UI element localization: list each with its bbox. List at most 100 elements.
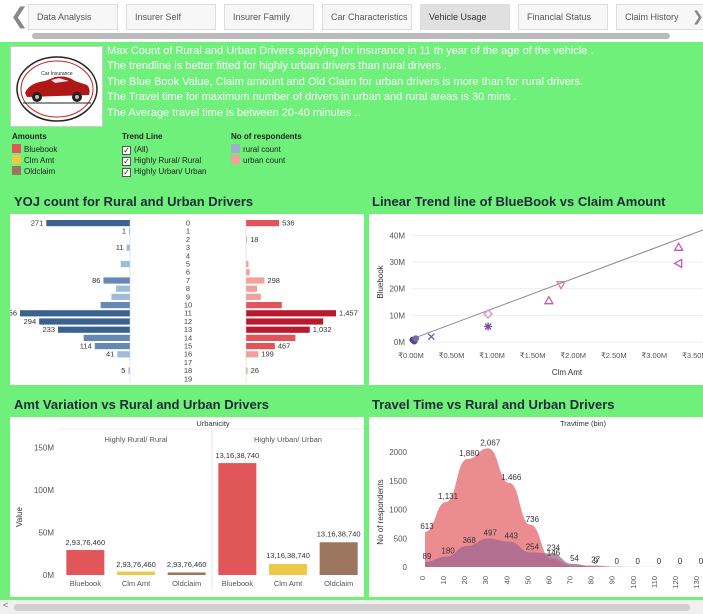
yoj-chart[interactable]: 0271536112183114567862988910113561,45712… [10, 214, 364, 385]
travel-value-label: 180 [441, 547, 455, 556]
prev-arrow-icon[interactable]: ❮ [10, 5, 28, 27]
amt-bar [269, 563, 307, 575]
trend-x-tick: ₹1.00M [479, 351, 505, 360]
legend-label: Oldclaim [24, 167, 56, 176]
travel-value-label: 0 [614, 557, 619, 566]
travel-x-tick: 80 [587, 576, 596, 584]
amounts-legend-item[interactable]: Bluebook [12, 144, 57, 155]
story-line: The trendline is better fitted for highl… [107, 60, 447, 73]
trend-x-axis-label: Clm Amt [552, 368, 583, 377]
story-line: Max Count of Rural and Urban Drivers app… [107, 45, 594, 57]
story-line: The Average travel time is between 20-40… [107, 106, 361, 119]
tab-data-analysis[interactable]: Data Analysis [28, 4, 118, 30]
amt-value-label: 13,16,38,740 [266, 551, 310, 560]
urban-count-bar [246, 343, 275, 350]
trend-y-tick: 40M [389, 231, 405, 240]
rural-count-bar [120, 261, 130, 268]
amounts-legend-item[interactable]: Clm Amt [12, 155, 57, 166]
trend-x-tick: ₹0.00M [398, 351, 424, 360]
story-text: Max Count of Rural and Urban Drivers app… [107, 44, 697, 121]
amt-category-label: Clm Amt [274, 579, 303, 588]
urban-count-label: 1,457 [339, 309, 358, 318]
rural-count-bar [94, 343, 130, 350]
dashboard-scroll-thumb[interactable] [14, 604, 690, 611]
trend-line-checkbox[interactable]: ✓ Highly Urban/ Urban [122, 166, 206, 177]
travel-value-label: 54 [570, 554, 579, 563]
tab-vehicle-usage[interactable]: Vehicle Usage [420, 4, 510, 30]
amt-value-label: 2,93,76,460 [167, 560, 207, 569]
amt-chart[interactable]: Urbanicity 0M 50M 100M 150M Value Highly Rural… [10, 417, 364, 597]
urban-count-label: 467 [278, 342, 291, 351]
legend-area: Amounts Bluebook Clm Amt Oldclaim Trend Li… [12, 132, 372, 194]
travel-value-label: 234 [547, 544, 561, 553]
rural-count-bar [116, 285, 130, 292]
trend-chart[interactable]: 0M 10M 20M 30M 40M ₹0.00M ₹0.50M ₹1.00M ₹1.50M ₹2… [369, 214, 703, 385]
amt-chart-title: Amt Variation vs Rural and Urban Drivers [14, 397, 270, 412]
tab-car-characteristics[interactable]: Car Characteristics [322, 4, 412, 30]
trend-x-tick: ₹0.50M [439, 351, 465, 360]
checkbox-checked-icon[interactable]: ✓ [122, 168, 131, 177]
rural-count-label: 86 [92, 276, 100, 285]
amt-bar [218, 463, 257, 575]
trend-y-axis-label: Bluebook [376, 264, 385, 298]
trend-point-triangle [673, 242, 684, 251]
travel-chart[interactable]: Travtime (bin)0500100015002000No of resp… [369, 417, 703, 597]
travel-x-tick: 50 [523, 576, 532, 584]
checkbox-checked-icon[interactable]: ✓ [122, 157, 131, 166]
tab-scrollbar[interactable] [32, 33, 670, 39]
tab-claim-history[interactable]: Claim History [616, 4, 703, 30]
respondents-legend-item[interactable]: rural count [231, 144, 302, 155]
travel-value-label: 1,880 [459, 449, 480, 458]
amt-category-label: Oldclaim [324, 579, 353, 588]
rural-count-label: 233 [42, 325, 55, 334]
scroll-left-icon[interactable]: < [3, 600, 8, 610]
urban-count-bar [246, 318, 324, 325]
urban-count-bar [246, 277, 265, 284]
trend-x-tick: ₹2.50M [601, 351, 627, 360]
rural-count-bar [100, 302, 130, 309]
travel-value-label: 2,067 [480, 438, 501, 447]
legend-swatch [12, 155, 21, 164]
rural-count-label: 1 [122, 227, 126, 236]
rural-count-label: 11 [116, 243, 124, 252]
trend-x-tick: ₹3.50M [682, 351, 703, 360]
amt-value-label: 2,93,76,460 [116, 560, 156, 569]
trend-y-tick: 20M [389, 285, 405, 294]
amounts-legend-item[interactable]: Oldclaim [12, 166, 57, 177]
travel-x-tick: 20 [460, 576, 469, 584]
travel-value-label: 1,466 [501, 473, 522, 482]
urban-count-label: 199 [261, 350, 274, 359]
trend-line-checkbox[interactable]: ✓ (All) [122, 144, 206, 155]
travel-y-axis-label: No of respondents [376, 479, 385, 544]
yoj-category-label: 19 [184, 374, 192, 383]
amt-group-label: Highly Urban/ Urban [254, 435, 322, 444]
trend-y-tick: 30M [389, 258, 405, 267]
amt-y-tick: 150M [34, 444, 54, 453]
story-line: The Travel time for maximum number of dr… [107, 91, 517, 104]
travel-value-label: 368 [462, 536, 476, 545]
checkbox-label: Highly Rural/ Rural [134, 156, 202, 165]
checkbox-label: (All) [134, 145, 149, 154]
logo-text: Car Insurance [41, 71, 73, 77]
trend-line-checkbox[interactable]: ✓ Highly Rural/ Rural [122, 155, 206, 166]
amt-header: Urbanicity [196, 419, 230, 428]
tab-insurer-family[interactable]: Insurer Family [224, 4, 314, 30]
legend-label: urban count [243, 156, 286, 165]
urban-count-label: 18 [250, 235, 258, 244]
travel-value-label: 89 [423, 552, 432, 561]
rural-count-bar [126, 244, 130, 251]
amounts-legend: Amounts Bluebook Clm Amt Oldclaim [12, 132, 57, 177]
trend-point-circle [412, 335, 420, 342]
respondents-legend: No of respondents rural count urban count [231, 132, 302, 166]
tab-financial-status[interactable]: Financial Status [518, 4, 608, 30]
checkbox-checked-icon[interactable]: ✓ [122, 146, 131, 155]
travel-header: Travtime (bin) [560, 419, 606, 428]
urban-count-bar [246, 302, 282, 309]
travel-value-label: 254 [526, 542, 540, 551]
urban-count-bar [246, 310, 336, 317]
travel-y-tick: 1000 [389, 506, 407, 515]
next-arrow-icon[interactable]: ❯ [692, 6, 703, 26]
tab-insurer-self[interactable]: Insurer Self [126, 4, 216, 30]
respondents-legend-item[interactable]: urban count [231, 155, 302, 166]
rural-count-label: 41 [106, 350, 114, 359]
